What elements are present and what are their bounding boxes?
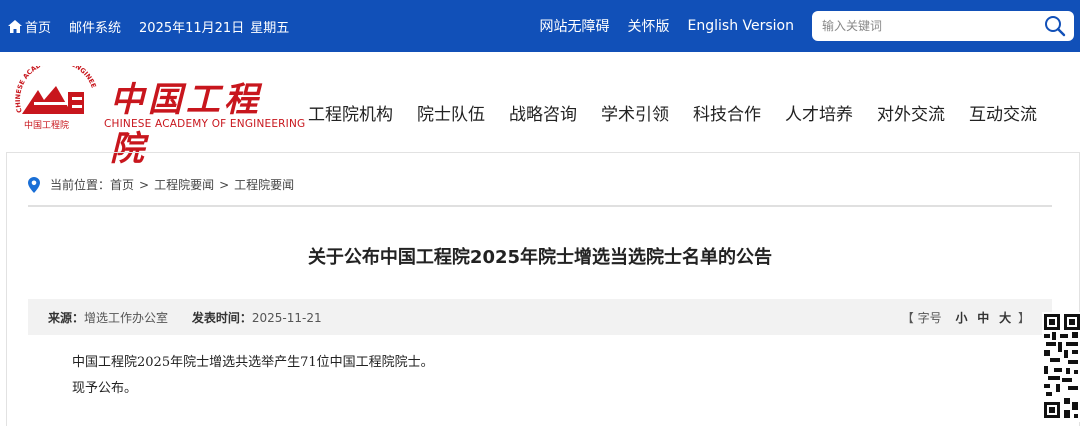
source-label: 来源：	[48, 311, 85, 325]
location-pin-icon	[28, 176, 40, 193]
font-size-medium-button[interactable]: 中	[977, 311, 989, 325]
font-size-large-button[interactable]: 大	[999, 311, 1011, 325]
search-input[interactable]	[812, 11, 1032, 41]
article-source: 增选工作办公室	[84, 311, 169, 325]
article-meta-bar: 来源：增选工作办公室 发表时间：2025-11-21 【 字号 小 中 大 】	[28, 299, 1052, 335]
nav-item-consulting[interactable]: 战略咨询	[509, 100, 577, 125]
font-size-controls: 【 字号 小 中 大 】	[902, 309, 1030, 326]
accessibility-link[interactable]: 网站无障碍	[540, 16, 610, 36]
article-paragraph: 中国工程院2025年院士增选共选举产生71位中国工程院院士。	[72, 355, 434, 370]
font-bracket-open: 【	[901, 311, 914, 325]
nav-item-interaction[interactable]: 互动交流	[969, 100, 1037, 125]
breadcrumb-prefix: 当前位置：	[50, 178, 111, 192]
care-mode-link[interactable]: 关怀版	[628, 16, 670, 36]
breadcrumb: 当前位置： 首页 > 工程院要闻 > 工程院要闻	[28, 176, 294, 193]
nav-item-cooperation[interactable]: 科技合作	[693, 100, 761, 125]
site-logo[interactable]: CHINESE ACADEMY OF ENGINEERING 中国工程院 中国工…	[12, 66, 305, 169]
english-version-link[interactable]: English Version	[688, 18, 794, 34]
top-bar: 首页 邮件系统 2025年11月21日 星期五 网站无障碍 关怀版 Englis…	[0, 0, 1080, 52]
logo-name-en: CHINESE ACADEMY OF ENGINEERING	[104, 118, 306, 130]
breadcrumb-separator: >	[219, 177, 230, 192]
article-title: 关于公布中国工程院2025年院士增选当选院士名单的公告	[307, 247, 773, 268]
article-paragraph: 现予公布。	[72, 381, 138, 396]
divider	[28, 205, 1052, 207]
search-box	[812, 11, 1074, 41]
breadcrumb-home[interactable]: 首页	[110, 176, 134, 193]
nav-item-organization[interactable]: 工程院机构	[308, 100, 393, 125]
font-bracket-close: 】	[1017, 311, 1030, 325]
breadcrumb-current[interactable]: 工程院要闻	[234, 176, 294, 193]
current-weekday: 星期五	[250, 20, 290, 36]
breadcrumb-separator: >	[139, 177, 150, 192]
mail-link[interactable]: 邮件系统	[69, 17, 121, 36]
article-meta: 来源：增选工作办公室 发表时间：2025-11-21	[48, 309, 322, 326]
nav-item-academicians[interactable]: 院士队伍	[417, 100, 485, 125]
seal-bottom-text: 中国工程院	[24, 119, 69, 131]
current-date: 2025年11月21日	[139, 20, 245, 36]
home-label: 首页	[25, 20, 52, 36]
main-nav: 工程院机构 院士队伍 战略咨询 学术引领 科技合作 人才培养 对外交流 互动交流	[308, 100, 1037, 125]
nav-item-international[interactable]: 对外交流	[877, 100, 945, 125]
font-size-small-button[interactable]: 小	[955, 311, 967, 325]
publish-date: 2025-11-21	[251, 311, 322, 325]
font-size-label: 字号	[917, 311, 942, 325]
article-body: 中国工程院2025年院士增选共选举产生71位中国工程院院士。 现予公布。	[72, 350, 434, 402]
nav-item-talent[interactable]: 人才培养	[785, 100, 853, 125]
breadcrumb-news[interactable]: 工程院要闻	[154, 176, 214, 193]
search-icon[interactable]	[1044, 15, 1066, 37]
academy-seal-logo: CHINESE ACADEMY OF ENGINEERING 中国工程院	[12, 66, 98, 131]
home-icon	[8, 19, 22, 33]
home-link[interactable]: 首页	[8, 17, 51, 36]
qr-code	[1042, 312, 1080, 422]
nav-item-academic[interactable]: 学术引领	[601, 100, 669, 125]
publish-date-label: 发表时间：	[191, 311, 252, 325]
